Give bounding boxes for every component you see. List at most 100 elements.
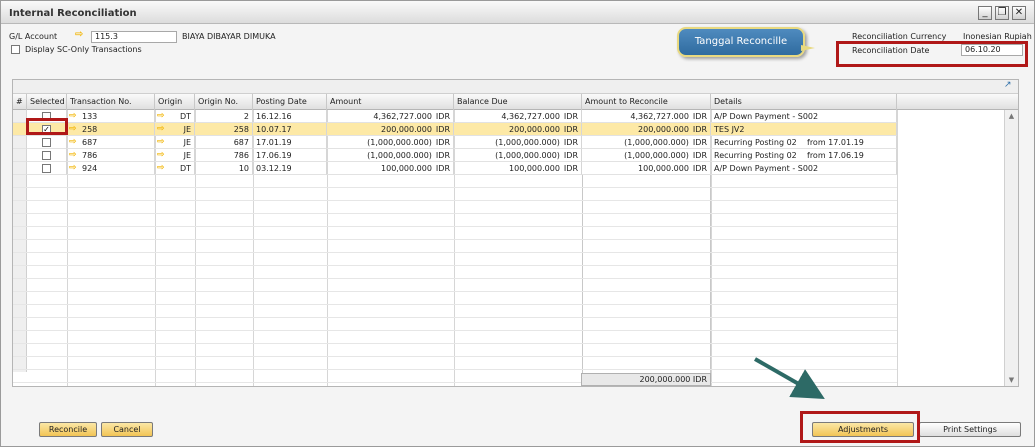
table-row[interactable]: ✓ ⇨ 258 ⇨ JE 258 10.07.17 200,000.000 IDR 200,000… [13,123,897,136]
posting-date-cell: 10.07.17 [253,123,327,136]
annotation-highlight-adjustments [800,411,920,443]
link-arrow-icon[interactable]: ⇨ [69,136,77,148]
currency-code: IDR [563,125,578,134]
details-value: A/P Down Payment - S002 [714,112,819,121]
currency-code: IDR [563,151,578,160]
table-row[interactable]: ⇨ 133 ⇨ DT 2 16.12.16 4,362,727.000 IDR 4,362,72… [13,110,897,123]
details-cell: A/P Down Payment - S002 [711,162,897,175]
col-header-origin-no[interactable]: Origin No. [195,94,253,110]
amount-to-reconcile-value: 4,362,727.000 [630,112,689,121]
amount-to-reconcile-value: (1,000,000.000) [624,151,689,160]
empty-table-row [13,214,897,227]
print-settings-button[interactable]: Print Settings [919,422,1021,437]
link-arrow-icon[interactable]: ⇨ [157,136,165,148]
amount-to-reconcile-value: (1,000,000.000) [624,138,689,147]
origin-cell: ⇨ DT [155,162,195,175]
transaction-no-cell: ⇨ 687 [67,136,155,149]
details-cell: TES JV2 [711,123,897,136]
balance-due-cell: 200,000.000 IDR [454,123,582,136]
vertical-scrollbar[interactable]: ▲ ▼ [1004,110,1018,386]
reconciliation-currency-label: Reconciliation Currency [852,32,947,41]
origin-no-cell: 786 [195,149,253,162]
reconcile-button[interactable]: Reconcile [39,422,97,437]
gl-account-name: BIAYA DIBAYAR DIMUKA [182,32,276,41]
balance-due-cell: 4,362,727.000 IDR [454,110,582,123]
empty-table-row [13,227,897,240]
posting-date-cell: 03.12.19 [253,162,327,175]
link-arrow-icon[interactable]: ⇨ [69,110,77,122]
cancel-button[interactable]: Cancel [101,422,153,437]
num-cell [13,162,27,175]
col-header-selected[interactable]: Selected [27,94,67,110]
col-header-origin[interactable]: Origin [155,94,195,110]
currency-code: IDR [692,151,707,160]
minimize-button[interactable]: _ [978,6,992,20]
table-row[interactable]: ⇨ 687 ⇨ JE 687 17.01.19 (1,000,000.000) IDR (1,0… [13,136,897,149]
link-arrow-icon[interactable]: ⇨ [157,149,165,161]
details-value: Recurring Posting 02 [714,138,797,147]
annotation-arrow-icon [754,357,825,399]
scroll-up-icon[interactable]: ▲ [1007,112,1016,120]
transaction-no-cell: ⇨ 924 [67,162,155,175]
posting-date-cell: 17.01.19 [253,136,327,149]
currency-code: IDR [692,164,707,173]
balance-due-value: (1,000,000.000) [495,138,560,147]
gl-account-field[interactable]: 115.3 [91,31,177,43]
currency-code: IDR [563,164,578,173]
origin-value: JE [183,125,191,134]
empty-table-row [13,266,897,279]
row-select-checkbox[interactable] [42,151,51,160]
col-header-transaction-no[interactable]: Transaction No. [67,94,155,110]
link-arrow-icon[interactable]: ⇨ [69,123,77,135]
col-header-balance-due[interactable]: Balance Due [454,94,582,110]
origin-cell: ⇨ DT [155,110,195,123]
display-sc-only-checkbox[interactable] [11,45,20,54]
balance-due-value: 200,000.000 [509,125,560,134]
amount-to-reconcile-cell[interactable]: 4,362,727.000 IDR [582,110,711,123]
restore-button[interactable]: ❐ [995,6,1009,20]
row-select-cell[interactable] [27,162,67,175]
transaction-no-value: 133 [82,112,98,121]
table-row[interactable]: ⇨ 924 ⇨ DT 10 03.12.19 100,000.000 IDR 100,000.0… [13,162,897,175]
currency-code: IDR [692,112,707,121]
col-header-number[interactable]: # [13,94,27,110]
balance-due-cell: 100,000.000 IDR [454,162,582,175]
amount-to-reconcile-cell[interactable]: 100,000.000 IDR [582,162,711,175]
col-header-details[interactable]: Details [711,94,897,110]
currency-code: IDR [563,112,578,121]
close-button[interactable]: ✕ [1012,6,1026,20]
link-arrow-icon[interactable]: ⇨ [157,110,165,122]
link-arrow-icon[interactable]: ⇨ [69,149,77,161]
row-select-checkbox[interactable] [42,164,51,173]
col-header-amount-to-reconcile[interactable]: Amount to Reconcile [582,94,711,110]
row-select-cell[interactable] [27,136,67,149]
num-cell [13,136,27,149]
annotation-callout-tail [801,45,815,51]
gl-account-label: G/L Account [9,32,58,41]
amount-to-reconcile-cell[interactable]: (1,000,000.000) IDR [582,149,711,162]
amount-to-reconcile-cell[interactable]: 200,000.000 IDR [582,123,711,136]
currency-code: IDR [435,125,450,134]
details-cell: A/P Down Payment - S002 [711,110,897,123]
link-arrow-icon[interactable]: ⇨ [69,162,77,174]
amount-cell: (1,000,000.000) IDR [327,136,454,149]
expand-grid-icon[interactable]: ↗ [1004,80,1014,90]
amount-to-reconcile-total: 200,000.000 IDR [581,373,711,386]
scroll-down-icon[interactable]: ▼ [1007,376,1016,384]
empty-table-row [13,292,897,305]
row-select-cell[interactable] [27,149,67,162]
gl-account-link-arrow-icon[interactable]: ⇨ [75,29,83,40]
num-cell [13,123,27,136]
title-bar: Internal Reconciliation _ ❐ ✕ [1,1,1034,24]
link-arrow-icon[interactable]: ⇨ [157,123,165,135]
details-value: A/P Down Payment - S002 [714,164,819,173]
col-header-amount[interactable]: Amount [327,94,454,110]
col-header-posting-date[interactable]: Posting Date [253,94,327,110]
table-row[interactable]: ⇨ 786 ⇨ JE 786 17.06.19 (1,000,000.000) IDR (1,0… [13,149,897,162]
amount-to-reconcile-cell[interactable]: (1,000,000.000) IDR [582,136,711,149]
balance-due-cell: (1,000,000.000) IDR [454,136,582,149]
transaction-no-value: 786 [82,151,98,160]
row-select-checkbox[interactable] [42,138,51,147]
origin-cell: ⇨ JE [155,149,195,162]
link-arrow-icon[interactable]: ⇨ [157,162,165,174]
